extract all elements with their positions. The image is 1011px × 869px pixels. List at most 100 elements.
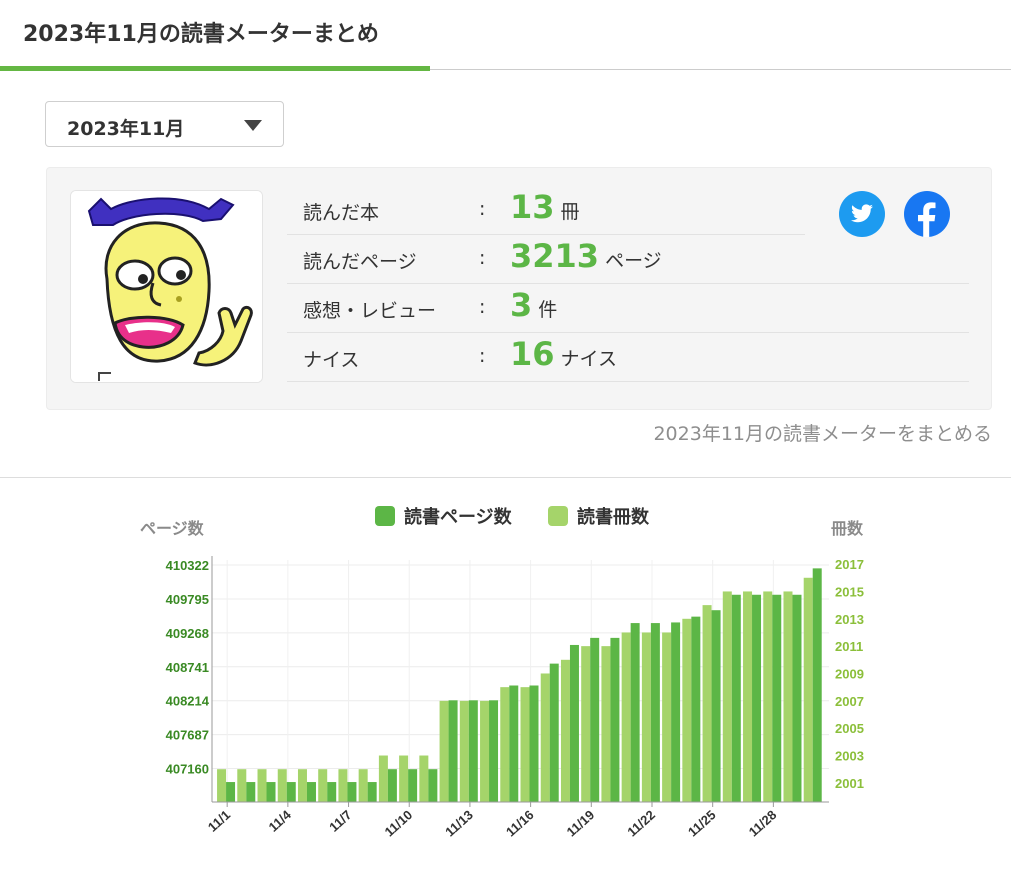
y-tick-label-left: 407687: [166, 728, 209, 743]
bar-books: [743, 591, 753, 802]
bar-pages: [408, 769, 418, 802]
bar-pages: [327, 782, 337, 802]
bar-books: [399, 755, 409, 802]
twitter-share-button[interactable]: [839, 191, 885, 237]
avatar-illustration: [71, 191, 262, 382]
x-tick-label: 11/10: [382, 807, 416, 839]
bar-books: [520, 687, 530, 802]
y-tick-label-right: 2015: [835, 584, 864, 599]
stat-value: 3件: [510, 286, 557, 324]
bar-pages: [246, 782, 256, 802]
avatar: [70, 190, 263, 383]
y-tick-label-right: 2001: [835, 776, 864, 791]
stat-number: 13: [510, 188, 555, 226]
bar-pages: [226, 782, 236, 802]
header-accent-bar: [0, 66, 430, 71]
bar-books: [702, 605, 712, 802]
stat-number: 16: [510, 335, 555, 373]
legend-swatch: [375, 506, 395, 526]
bar-books: [480, 700, 490, 802]
bar-pages: [306, 782, 316, 802]
bar-books: [560, 659, 570, 802]
y-tick-label-right: 2009: [835, 666, 864, 681]
x-tick-label: 11/7: [326, 807, 354, 835]
x-tick-label: 11/22: [624, 807, 658, 839]
chevron-down-icon: [244, 120, 262, 131]
bar-pages: [731, 594, 741, 802]
bar-books: [439, 700, 449, 802]
bar-books: [217, 769, 227, 802]
bar-pages: [752, 594, 762, 802]
stat-row-reviews: 感想・レビュー : 3件: [287, 284, 969, 333]
y-tick-label-right: 2011: [835, 639, 863, 654]
bar-books: [601, 646, 611, 802]
legend-label: 読書冊数: [577, 506, 650, 527]
facebook-icon: [918, 202, 936, 237]
stat-row-pages: 読んだページ : 3213 ページ: [287, 235, 969, 284]
month-select-value: 2023年11月: [67, 118, 185, 140]
stat-unit: ナイス: [560, 348, 617, 370]
summary-share-link[interactable]: 2023年11月の読書メーターをまとめる: [653, 419, 992, 446]
bar-pages: [286, 782, 296, 802]
bar-books: [682, 618, 692, 802]
x-tick-label: 11/13: [442, 807, 476, 839]
bar-books: [783, 591, 793, 802]
summary-panel: 読んだ本 : 13 冊 読んだページ : 3213 ページ 感想・レビュー : 3件…: [46, 167, 992, 410]
bar-books: [540, 673, 550, 802]
reading-chart: 読書ページ数 読書冊数 ページ数 冊数 407160 407687 408214 408741…: [0, 480, 1011, 869]
bar-pages: [630, 623, 640, 802]
section-divider: [0, 477, 1011, 478]
bar-pages: [266, 782, 276, 802]
bar-books: [297, 769, 307, 802]
stat-colon: :: [479, 198, 486, 220]
bar-pages: [792, 594, 802, 802]
stat-divider: [287, 381, 969, 382]
y-tick-label-right: 2005: [835, 721, 864, 736]
bar-pages: [812, 568, 822, 802]
y-tick-label-left: 409795: [166, 592, 209, 607]
bar-pages: [590, 637, 600, 802]
stat-label: ナイス: [303, 349, 360, 371]
bar-pages: [468, 700, 478, 802]
facebook-share-button[interactable]: [904, 191, 950, 237]
bar-pages: [448, 700, 458, 802]
bar-pages: [691, 616, 701, 802]
bar-books: [722, 591, 732, 802]
bar-pages: [650, 623, 660, 802]
y-tick-label-right: 2017: [835, 557, 864, 572]
stat-number: 3213: [510, 237, 600, 275]
bar-books: [500, 687, 510, 802]
bar-books: [378, 755, 388, 802]
bar-books: [621, 632, 631, 802]
bar-books: [419, 755, 429, 802]
stat-value: 13 冊: [510, 188, 580, 226]
x-tick-label: 11/4: [266, 807, 295, 835]
y-tick-label-left: 409268: [166, 626, 209, 641]
bar-books: [763, 591, 773, 802]
bar-pages: [509, 685, 519, 802]
legend-swatch: [548, 506, 568, 526]
bar-books: [803, 577, 813, 802]
bar-pages: [711, 610, 721, 802]
bar-pages: [671, 622, 681, 802]
y-tick-label-right: 2013: [835, 612, 864, 627]
bar-pages: [347, 782, 357, 802]
stat-label: 読んだページ: [303, 251, 417, 273]
stat-colon: :: [479, 247, 486, 269]
bar-books: [459, 700, 469, 802]
y-tick-label-right: 2003: [835, 749, 864, 764]
stat-row-nice: ナイス : 16 ナイス: [287, 333, 969, 382]
y-tick-label-left: 410322: [166, 558, 209, 573]
legend-label: 読書ページ数: [404, 506, 513, 527]
bar-pages: [428, 769, 438, 802]
bar-pages: [529, 685, 539, 802]
stat-number: 3: [510, 286, 533, 324]
stat-label: 読んだ本: [303, 202, 380, 224]
bar-pages: [610, 637, 620, 802]
bar-pages: [772, 594, 782, 802]
axis-title-left: ページ数: [140, 519, 205, 538]
x-tick-label: 11/28: [746, 807, 780, 839]
bar-books: [318, 769, 328, 802]
stat-colon: :: [479, 296, 486, 318]
month-select[interactable]: 2023年11月: [45, 101, 284, 147]
